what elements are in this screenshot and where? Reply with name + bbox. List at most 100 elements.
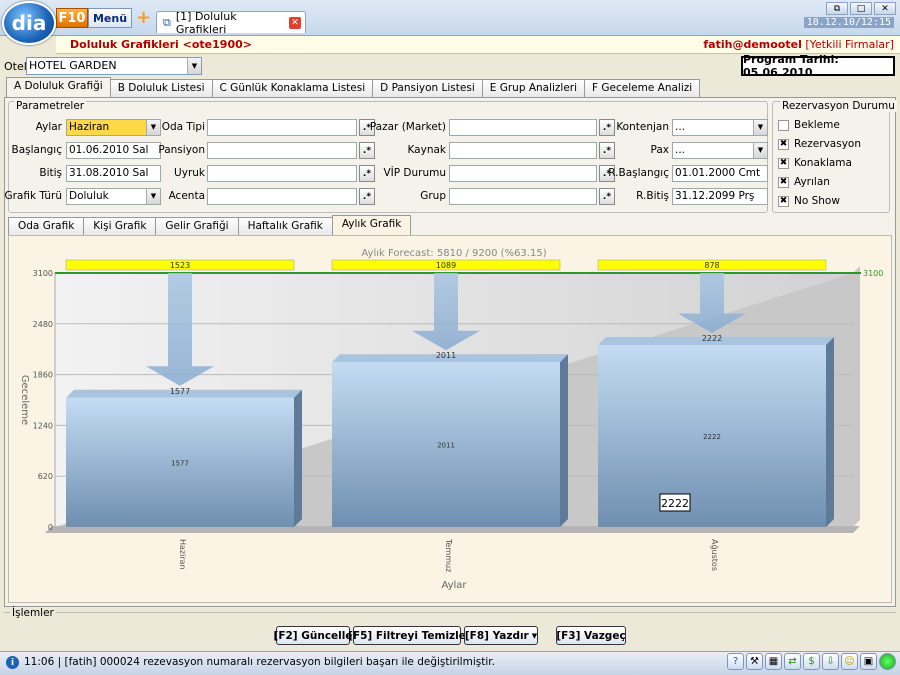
pansiyon-label: Pansiyon bbox=[158, 144, 205, 156]
bar-top-label: 2222 bbox=[702, 334, 722, 343]
parametreler-label: Parametreler bbox=[14, 100, 87, 112]
dia-logo[interactable]: dia bbox=[2, 1, 56, 45]
tab-doluluk-grafigi[interactable]: A Doluluk Grafiği bbox=[6, 77, 111, 97]
grup-label: Grup bbox=[420, 190, 446, 202]
chevron-down-icon[interactable]: ▼ bbox=[187, 58, 201, 74]
pansiyon-lookup-button[interactable]: .* bbox=[359, 142, 375, 159]
rezervasyon-checkbox[interactable]: ✖ Rezervasyon bbox=[778, 138, 861, 150]
uyruk-label: Uyruk bbox=[174, 167, 205, 179]
no-show-checkbox[interactable]: ✖ No Show bbox=[778, 195, 840, 207]
chevron-down-icon[interactable]: ▼ bbox=[146, 189, 160, 204]
help-icon[interactable]: ? bbox=[727, 653, 744, 670]
chevron-down-icon[interactable]: ▼ bbox=[753, 120, 767, 135]
remaining-label: 1523 bbox=[170, 261, 190, 270]
tab-doluluk-listesi[interactable]: B Doluluk Listesi bbox=[109, 79, 213, 97]
bar-side bbox=[560, 354, 568, 527]
uyruk-lookup-button[interactable]: .* bbox=[359, 165, 375, 182]
y-tick-label: 3100 bbox=[33, 269, 53, 278]
yazdir-button[interactable]: [F8] Yazdır ▼ bbox=[464, 626, 538, 645]
currency-icon[interactable]: $ bbox=[803, 653, 820, 670]
acenta-field[interactable] bbox=[207, 188, 357, 205]
konaklama-checkbox[interactable]: ✖ Konaklama bbox=[778, 157, 852, 169]
y-axis-label: Geceleme bbox=[19, 375, 30, 425]
chevron-down-icon: ▼ bbox=[531, 631, 538, 640]
otel-select[interactable]: HOTEL GARDEN ▼ bbox=[26, 57, 202, 75]
tab-gelir-grafigi[interactable]: Gelir Grafiği bbox=[155, 217, 239, 235]
capacity-label: 3100 bbox=[863, 269, 883, 278]
menu-button[interactable]: Menü bbox=[88, 8, 132, 28]
chevron-down-icon[interactable]: ▼ bbox=[753, 143, 767, 158]
filtreyi-temizle-button[interactable]: [F5] Filtreyi Temizle bbox=[348, 626, 466, 645]
tab-label: [1] Doluluk Grafikleri bbox=[175, 9, 237, 36]
grup-lookup-button[interactable]: .* bbox=[599, 188, 615, 205]
smiley-icon[interactable]: ☺ bbox=[841, 653, 858, 670]
checkbox-box[interactable]: ✖ bbox=[778, 176, 789, 188]
kontenjan-select[interactable]: ... ▼ bbox=[672, 119, 768, 136]
close-icon[interactable]: ✕ bbox=[289, 16, 301, 29]
vip-label: VİP Durumu bbox=[383, 167, 446, 179]
f10-button[interactable]: F10 bbox=[56, 8, 88, 28]
checkbox-label: No Show bbox=[794, 195, 840, 207]
bitis-field[interactable]: 31.08.2010 Sal bbox=[66, 165, 161, 182]
tab-oda-grafik[interactable]: Oda Grafik bbox=[8, 217, 85, 235]
tab-gunluk-konaklama[interactable]: C Günlük Konaklama Listesi bbox=[211, 79, 374, 97]
restore-icon[interactable]: ⧉ bbox=[826, 2, 848, 15]
checkbox-label: Rezervasyon bbox=[794, 138, 861, 150]
bar-value-label: 2011 bbox=[437, 442, 455, 450]
vip-field[interactable] bbox=[449, 165, 597, 182]
chart: 0 620 1240 1860 2480 3100 3100 Aylık Forecast: … bbox=[19, 248, 883, 591]
tab-aylik-grafik[interactable]: Aylık Grafik bbox=[331, 215, 412, 235]
pansiyon-field[interactable] bbox=[207, 142, 357, 159]
online-status-icon bbox=[879, 653, 896, 670]
maximize-icon[interactable]: □ bbox=[850, 2, 872, 15]
tab-doluluk-grafikleri[interactable]: ⧉ [1] Doluluk Grafikleri ✕ bbox=[156, 9, 306, 36]
acenta-lookup-button[interactable]: .* bbox=[359, 188, 375, 205]
checkbox-box[interactable] bbox=[778, 119, 789, 131]
tooltip-text: 2222 bbox=[661, 497, 689, 510]
pazar-lookup-button[interactable]: .* bbox=[599, 119, 615, 136]
y-tick-label: 0 bbox=[48, 523, 53, 532]
tab-pansiyon-listesi[interactable]: D Pansiyon Listesi bbox=[372, 79, 483, 97]
vazgec-button[interactable]: [F3] Vazgeç bbox=[556, 626, 626, 645]
kontenjan-label: Kontenjan bbox=[616, 121, 669, 133]
rbaslangic-field[interactable]: 01.01.2000 Cmt bbox=[672, 165, 768, 182]
checkbox-label: Konaklama bbox=[794, 157, 852, 169]
pazar-field[interactable] bbox=[449, 119, 597, 136]
bar-top-label: 1577 bbox=[170, 387, 190, 396]
pax-select[interactable]: ... ▼ bbox=[672, 142, 768, 159]
grafik-turu-select[interactable]: Doluluk ▼ bbox=[66, 188, 161, 205]
rbitis-field[interactable]: 31.12.2099 Prş bbox=[672, 188, 768, 205]
ayrilan-checkbox[interactable]: ✖ Ayrılan bbox=[778, 176, 830, 188]
status-toolbar: ? ⚒ ▦ ⇄ $ ⇩ ☺ ▣ bbox=[727, 653, 896, 670]
baslangic-field[interactable]: 01.06.2010 Sal bbox=[66, 142, 161, 159]
add-tab-icon[interactable]: + bbox=[136, 8, 151, 28]
kaynak-field[interactable] bbox=[449, 142, 597, 159]
bekleme-checkbox[interactable]: Bekleme bbox=[778, 119, 840, 131]
grup-field[interactable] bbox=[449, 188, 597, 205]
oda-tipi-field[interactable] bbox=[207, 119, 357, 136]
checkbox-box[interactable]: ✖ bbox=[778, 157, 789, 169]
kaynak-lookup-button[interactable]: .* bbox=[599, 142, 615, 159]
authorized-firms-link[interactable]: [Yetkili Firmalar] bbox=[805, 38, 894, 51]
tab-grup-analizleri[interactable]: E Grup Analizleri bbox=[481, 79, 586, 97]
rezervasyon-durumu-label: Rezervasyon Durumu bbox=[780, 100, 897, 112]
exchange-icon[interactable]: ⇄ bbox=[784, 653, 801, 670]
tab-geceleme-analizi[interactable]: F Geceleme Analizi bbox=[584, 79, 701, 97]
oda-tipi-label: Oda Tipi bbox=[161, 121, 205, 133]
chevron-down-icon[interactable]: ▼ bbox=[146, 120, 160, 135]
bar-top-label: 2011 bbox=[436, 351, 456, 360]
checkbox-box[interactable]: ✖ bbox=[778, 195, 789, 207]
checkbox-box[interactable]: ✖ bbox=[778, 138, 789, 150]
close-window-icon[interactable]: ✕ bbox=[874, 2, 896, 15]
kaynak-label: Kaynak bbox=[407, 144, 446, 156]
aylar-select[interactable]: Haziran ▼ bbox=[66, 119, 161, 136]
lock-icon[interactable]: ▣ bbox=[860, 653, 877, 670]
tab-kisi-grafik[interactable]: Kişi Grafik bbox=[83, 217, 157, 235]
tools-icon[interactable]: ⚒ bbox=[746, 653, 763, 670]
calculator-icon[interactable]: ▦ bbox=[765, 653, 782, 670]
download-icon[interactable]: ⇩ bbox=[822, 653, 839, 670]
uyruk-field[interactable] bbox=[207, 165, 357, 182]
x-tick-label: Haziran bbox=[178, 539, 187, 570]
guncelle-button[interactable]: [F2] Güncelle bbox=[274, 626, 352, 645]
tab-haftalik-grafik[interactable]: Haftalık Grafik bbox=[237, 217, 333, 235]
